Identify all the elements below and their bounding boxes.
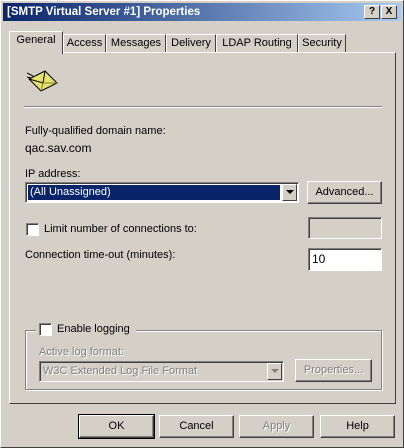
header-divider — [24, 106, 382, 108]
timeout-input[interactable]: 10 — [308, 248, 382, 271]
cancel-button[interactable]: Cancel — [159, 415, 234, 438]
smtp-envelope-icon — [26, 69, 59, 95]
title-bar[interactable]: [SMTP Virtual Server #1] Properties ? X — [3, 3, 401, 21]
limit-connections-label: Limit number of connections to: — [44, 223, 197, 235]
help-title-button[interactable]: ? — [364, 5, 380, 19]
close-title-button[interactable]: X — [381, 5, 397, 19]
window-title: [SMTP Virtual Server #1] Properties — [7, 6, 201, 18]
log-format-dropdown[interactable]: W3C Extended Log File Format — [39, 361, 284, 382]
general-tab-panel: Fully-qualified domain name: qac.sav.com… — [9, 52, 396, 404]
ip-address-label: IP address: — [25, 168, 81, 180]
logging-group-caption: Enable logging — [36, 322, 136, 338]
properties-dialog: [SMTP Virtual Server #1] Properties ? X … — [0, 0, 404, 448]
tab-security[interactable]: Security — [298, 34, 346, 53]
log-properties-button[interactable]: Properties... — [295, 359, 372, 382]
log-format-selected: W3C Extended Log File Format — [43, 365, 198, 377]
chevron-down-icon[interactable] — [282, 184, 297, 201]
fqdn-label: Fully-qualified domain name: — [25, 125, 166, 137]
timeout-label: Connection time-out (minutes): — [25, 249, 176, 261]
fqdn-value: qac.sav.com — [25, 141, 92, 155]
limit-connections-checkbox[interactable] — [26, 223, 39, 236]
advanced-button[interactable]: Advanced... — [307, 181, 382, 204]
apply-button[interactable]: Apply — [239, 415, 314, 438]
tab-general[interactable]: General — [9, 31, 63, 54]
tab-messages[interactable]: Messages — [106, 34, 166, 53]
chevron-down-icon[interactable] — [267, 363, 282, 380]
enable-logging-checkbox[interactable] — [39, 323, 52, 336]
log-format-label: Active log format: — [39, 346, 124, 358]
ip-address-selected: (All Unassigned) — [28, 185, 280, 200]
tab-access[interactable]: Access — [63, 34, 106, 53]
tab-delivery[interactable]: Delivery — [166, 34, 216, 53]
ok-button[interactable]: OK — [78, 414, 155, 439]
enable-logging-label: Enable logging — [57, 323, 130, 335]
limit-connections-input[interactable] — [308, 217, 382, 239]
ip-address-dropdown[interactable]: (All Unassigned) — [25, 182, 299, 203]
help-button[interactable]: Help — [320, 415, 395, 438]
tab-ldap-routing[interactable]: LDAP Routing — [216, 34, 298, 53]
